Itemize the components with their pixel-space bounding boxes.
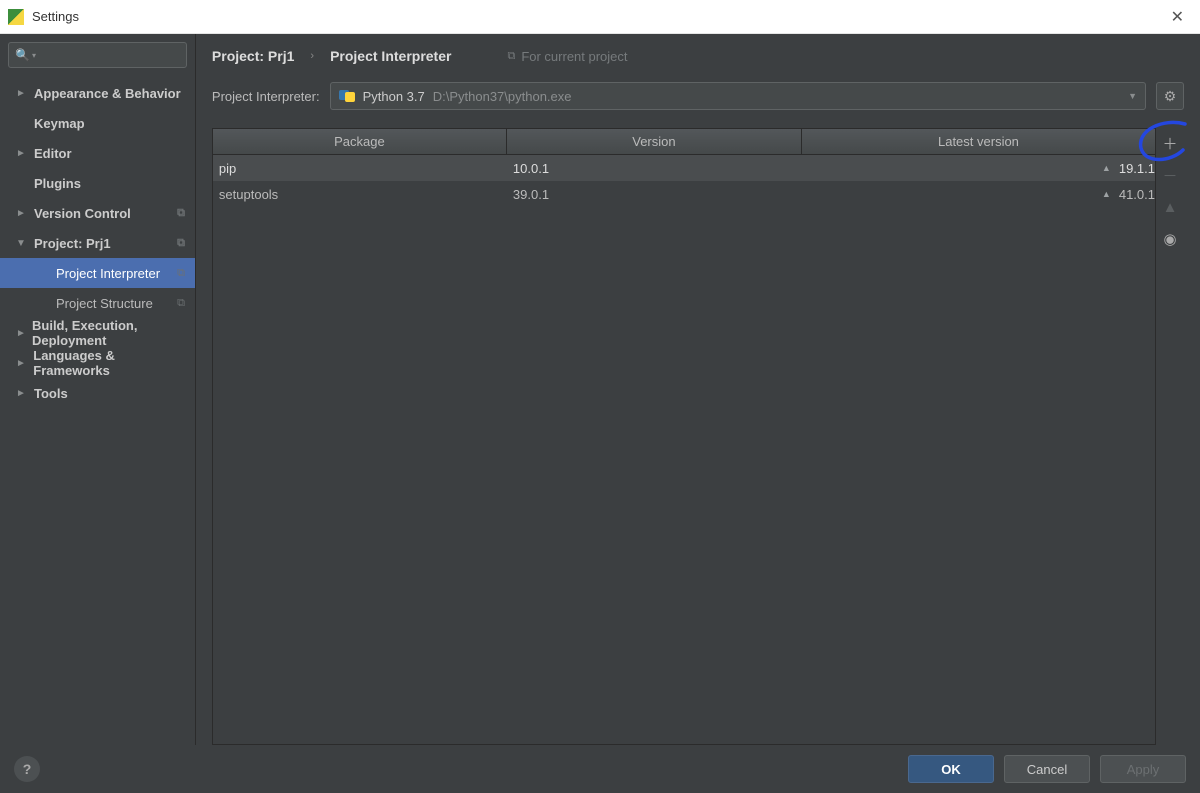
apply-button[interactable]: Apply (1100, 755, 1186, 783)
chevron-icon: ► (16, 358, 27, 369)
help-button[interactable]: ? (14, 756, 40, 782)
cancel-button[interactable]: Cancel (1004, 755, 1090, 783)
sidebar-item[interactable]: ► Build, Execution, Deployment (0, 318, 195, 348)
table-row[interactable]: pip10.0.1▲19.1.1 (213, 155, 1155, 181)
search-icon: 🔍 (15, 48, 30, 62)
sidebar-item-label: Build, Execution, Deployment (32, 318, 185, 348)
ok-button[interactable]: OK (908, 755, 994, 783)
titlebar: Settings ✕ (0, 0, 1200, 34)
upgrade-arrow-icon: ▲ (1102, 189, 1111, 199)
sidebar-item[interactable]: ► Editor (0, 138, 195, 168)
breadcrumb-root: Project: Prj1 (212, 48, 294, 64)
copy-icon: ⧉ (177, 297, 185, 310)
up-arrow-icon: ▲ (1163, 199, 1178, 216)
sidebar-item[interactable]: Keymap (0, 108, 195, 138)
breadcrumb-leaf: Project Interpreter (330, 48, 451, 64)
eye-icon: ◉ (1163, 230, 1176, 248)
sidebar-item-label: Project Structure (56, 296, 153, 311)
header-package[interactable]: Package (213, 129, 507, 154)
cell-latest: ▲41.0.1 (802, 187, 1155, 202)
sidebar-item[interactable]: ► Tools (0, 378, 195, 408)
plus-icon: ＋ (1162, 133, 1177, 154)
chevron-icon: ► (16, 208, 28, 219)
chevron-icon: ► (16, 148, 28, 159)
python-icon (339, 88, 355, 104)
upgrade-package-button[interactable]: ▲ (1159, 196, 1181, 218)
interpreter-settings-button[interactable]: ⚙ (1156, 82, 1184, 110)
sidebar-item-label: Editor (34, 146, 72, 161)
add-package-button[interactable]: ＋ (1159, 132, 1181, 154)
copy-icon: ⧉ (177, 267, 185, 280)
cell-latest: ▲19.1.1 (802, 161, 1155, 176)
interpreter-name: Python 3.7 (363, 89, 425, 104)
header-latest[interactable]: Latest version (802, 129, 1155, 154)
chevron-icon: ► (16, 328, 26, 339)
breadcrumb: Project: Prj1 › Project Interpreter ⧉ Fo… (212, 48, 1184, 64)
sidebar-subitem[interactable]: Project Interpreter ⧉ (0, 258, 195, 288)
cell-version: 10.0.1 (507, 161, 802, 176)
chevron-icon: ▼ (16, 238, 28, 249)
cell-package: pip (213, 161, 507, 176)
window-title: Settings (32, 9, 79, 24)
sidebar-item-label: Keymap (34, 116, 85, 131)
gear-icon: ⚙ (1164, 88, 1177, 105)
search-input[interactable]: 🔍 ▾ (8, 42, 187, 68)
app-icon (8, 9, 24, 25)
remove-package-button[interactable]: － (1159, 164, 1181, 186)
chevron-right-icon: › (310, 50, 314, 62)
chevron-icon: ► (16, 388, 28, 399)
copy-icon: ⧉ (177, 207, 185, 220)
show-packages-button[interactable]: ◉ (1159, 228, 1181, 250)
cell-package: setuptools (213, 187, 507, 202)
copy-icon: ⧉ (177, 237, 185, 250)
copy-icon: ⧉ (507, 50, 515, 63)
chevron-icon: ► (16, 88, 28, 99)
scope-hint: ⧉ For current project (507, 49, 627, 64)
sidebar-item-label: Project Interpreter (56, 266, 160, 281)
sidebar-item[interactable]: ► Version Control ⧉ (0, 198, 195, 228)
cell-version: 39.0.1 (507, 187, 802, 202)
scope-hint-text: For current project (521, 49, 627, 64)
minus-icon: － (1162, 165, 1177, 186)
packages-table: Package Version Latest version pip10.0.1… (212, 128, 1156, 745)
sidebar-item[interactable]: ▼ Project: Prj1 ⧉ (0, 228, 195, 258)
interpreter-dropdown[interactable]: Python 3.7 D:\Python37\python.exe ▼ (330, 82, 1146, 110)
sidebar-item[interactable]: ► Appearance & Behavior (0, 78, 195, 108)
close-icon[interactable]: ✕ (1163, 3, 1192, 31)
sidebar-item-label: Project: Prj1 (34, 236, 111, 251)
chevron-down-icon: ▾ (32, 51, 36, 60)
table-row[interactable]: setuptools39.0.1▲41.0.1 (213, 181, 1155, 207)
sidebar-item[interactable]: ► Languages & Frameworks (0, 348, 195, 378)
sidebar-item-label: Appearance & Behavior (34, 86, 181, 101)
dialog-footer: ? OK Cancel Apply (0, 745, 1200, 793)
upgrade-arrow-icon: ▲ (1102, 163, 1111, 173)
sidebar-item[interactable]: Plugins (0, 168, 195, 198)
table-header: Package Version Latest version (213, 129, 1155, 155)
settings-sidebar: 🔍 ▾ ► Appearance & Behavior Keymap ► Editor P… (0, 34, 196, 745)
sidebar-item-label: Tools (34, 386, 68, 401)
header-version[interactable]: Version (507, 129, 802, 154)
sidebar-item-label: Languages & Frameworks (33, 348, 185, 378)
interpreter-label: Project Interpreter: (212, 89, 320, 104)
sidebar-item-label: Plugins (34, 176, 81, 191)
chevron-down-icon: ▼ (1128, 91, 1137, 101)
sidebar-subitem[interactable]: Project Structure ⧉ (0, 288, 195, 318)
interpreter-path: D:\Python37\python.exe (433, 89, 572, 104)
sidebar-item-label: Version Control (34, 206, 131, 221)
